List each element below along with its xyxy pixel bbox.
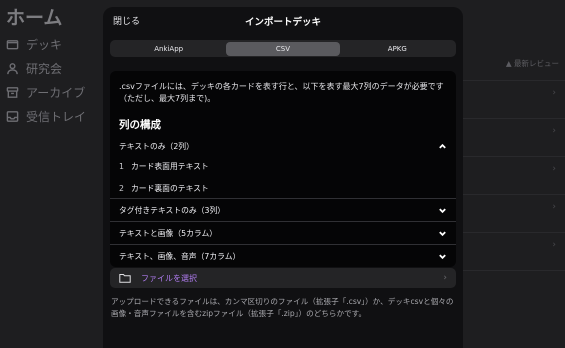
import-format-tabs: AnkiApp CSV APKG xyxy=(110,40,456,57)
chevron-down-icon xyxy=(439,254,446,259)
divider xyxy=(463,194,565,195)
choose-file-label: ファイルを選択 xyxy=(141,273,197,283)
chevron-up-icon xyxy=(439,143,446,148)
chevron-right-icon: › xyxy=(443,273,447,283)
chevron-down-icon xyxy=(439,231,446,236)
sidebar-item-label: デッキ xyxy=(26,37,63,52)
sidebar-item-inbox[interactable]: 受信トレイ xyxy=(6,104,106,128)
modal-title: インポートデッキ xyxy=(244,17,321,28)
tab-apkg[interactable]: APKG xyxy=(340,42,454,56)
sidebar-item-archive[interactable]: アーカイブ xyxy=(6,80,106,104)
csv-description: .csvファイルには、デッキの各カードを表す行と、以下を表す最大7列のデータが必… xyxy=(119,82,444,103)
import-deck-modal: 閉じる インポートデッキ AnkiApp CSV APKG .csvファイルには… xyxy=(103,7,463,348)
section-text-and-images[interactable]: テキストと画像（5カラム） xyxy=(110,222,456,244)
column-item: 2 カード裏面のテキスト xyxy=(119,183,209,194)
chevron-right-icon: › xyxy=(552,240,556,250)
modal-header: 閉じる インポートデッキ xyxy=(103,7,463,34)
chevron-right-icon: › xyxy=(552,164,556,174)
sidebar-item-decks[interactable]: デッキ xyxy=(6,32,106,56)
latest-review-label: ▲ 最新レビュー xyxy=(505,59,559,68)
columns-heading: 列の構成 xyxy=(119,119,161,131)
column-item: 1 カード表面用テキスト xyxy=(119,161,209,172)
column-text: カード表面用テキスト xyxy=(131,162,209,171)
archive-icon xyxy=(6,86,19,98)
section-label: テキスト、画像、音声（7カラム） xyxy=(119,251,241,261)
section-text-with-tags[interactable]: タグ付きテキストのみ（3列） xyxy=(110,199,456,221)
column-number: 2 xyxy=(119,184,124,193)
tab-csv[interactable]: CSV xyxy=(225,41,341,56)
csv-info-panel: .csvファイルには、デッキの各カードを表す行と、以下を表す最大7列のデータが必… xyxy=(110,71,456,267)
chevron-right-icon: › xyxy=(552,126,556,136)
section-text-only[interactable]: テキストのみ（2列） xyxy=(110,135,456,157)
divider xyxy=(463,80,565,81)
section-label: テキストと画像（5カラム） xyxy=(119,228,218,238)
divider xyxy=(463,270,565,271)
tab-ankiapp[interactable]: AnkiApp xyxy=(112,42,226,56)
inbox-icon xyxy=(6,110,19,122)
column-number: 1 xyxy=(119,162,124,171)
column-text: カード裏面のテキスト xyxy=(131,184,209,193)
sidebar-item-study-group[interactable]: 研究会 xyxy=(6,56,106,80)
sidebar-item-label: 受信トレイ xyxy=(26,109,87,124)
folder-icon xyxy=(119,274,131,283)
section-label: タグ付きテキストのみ（3列） xyxy=(119,205,226,215)
folder-icon xyxy=(6,39,19,49)
section-label: テキストのみ（2列） xyxy=(119,141,194,151)
choose-file-button[interactable]: ファイルを選択 › xyxy=(110,268,456,288)
sidebar-item-label: アーカイブ xyxy=(26,85,86,100)
chevron-down-icon xyxy=(439,208,446,213)
divider xyxy=(463,156,565,157)
chevron-right-icon: › xyxy=(552,88,556,98)
sidebar-item-label: 研究会 xyxy=(26,61,63,76)
divider xyxy=(463,118,565,119)
section-text-images-audio[interactable]: テキスト、画像、音声（7カラム） xyxy=(110,245,456,267)
divider xyxy=(463,232,565,233)
chevron-right-icon: › xyxy=(552,202,556,212)
people-icon xyxy=(7,62,18,74)
upload-note: アップロードできるファイルは、カンマ区切りのファイル（拡張子「.csv」）か、デ… xyxy=(111,297,454,318)
sidebar: デッキ 研究会 アーカイブ 受信トレイ xyxy=(6,32,106,128)
home-title: ホーム xyxy=(6,7,63,29)
